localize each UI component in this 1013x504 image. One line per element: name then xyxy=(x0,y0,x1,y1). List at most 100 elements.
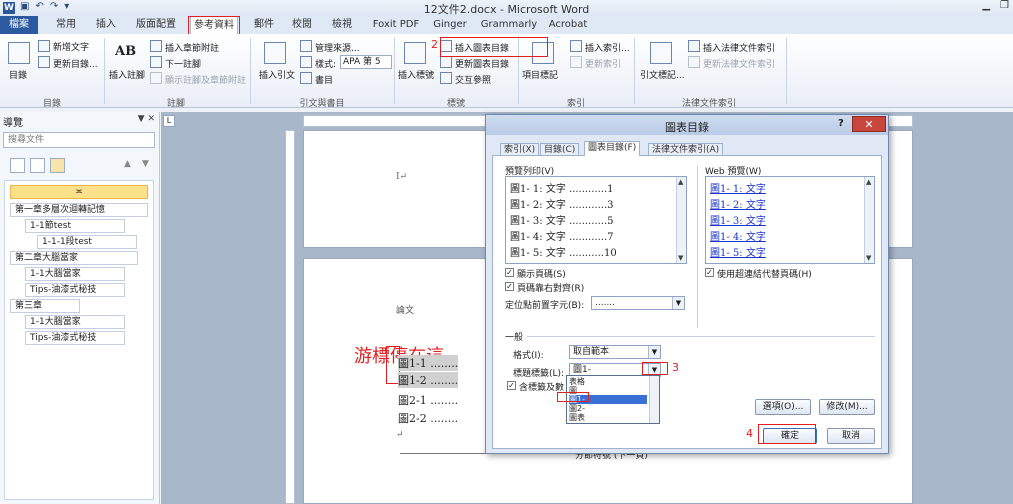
tab-mailings[interactable]: 郵件 xyxy=(248,16,280,34)
insert-footnote-icon: AB xyxy=(115,44,137,59)
dropdown-option[interactable]: 圖2- xyxy=(569,404,585,413)
tab-ginger[interactable]: Ginger xyxy=(430,16,470,34)
browse-pages-icon[interactable] xyxy=(30,158,45,173)
browse-results-icon[interactable] xyxy=(50,158,65,173)
insert-caption-button[interactable]: 插入標號 xyxy=(398,68,434,81)
paragraph-mark: ↵ xyxy=(396,430,404,440)
previous-arrow-icon[interactable]: ▲ xyxy=(124,159,131,169)
group-label-authorities: 法律文件索引 xyxy=(681,99,736,109)
close-icon[interactable]: ✕ xyxy=(147,114,155,124)
print-preview-scrollbar[interactable]: ▲ ▼ xyxy=(676,177,686,263)
web-preview-link[interactable]: 圖1- 4: 文字 xyxy=(710,228,766,243)
web-preview-link[interactable]: 圖1- 3: 文字 xyxy=(710,212,766,227)
scroll-up-icon[interactable]: ▲ xyxy=(866,178,871,186)
update-table-of-figures-button[interactable]: 更新圖表目錄 xyxy=(455,57,509,70)
close-icon[interactable]: ✕ xyxy=(852,116,886,132)
doc-line[interactable]: 圖2-1 ........ xyxy=(398,392,458,408)
paragraph-mark: I↵ xyxy=(396,172,408,182)
nav-item[interactable]: 第三章 xyxy=(10,299,80,313)
formats-select[interactable]: 取自範本 ▼ xyxy=(569,345,661,359)
minimize-icon[interactable]: ▁ xyxy=(982,0,990,11)
next-footnote-button[interactable]: 下一註腳 xyxy=(165,57,201,70)
cancel-button[interactable]: 取消 xyxy=(827,428,875,444)
tab-acrobat[interactable]: Acrobat xyxy=(546,16,590,34)
dropdown-scrollbar[interactable] xyxy=(649,376,659,423)
nav-item[interactable]: ≍ xyxy=(10,185,148,199)
web-preview-link[interactable]: 圖1- 1: 文字 xyxy=(710,180,766,195)
browse-headings-icon[interactable] xyxy=(10,158,25,173)
group-separator xyxy=(634,38,635,104)
doc-line[interactable]: 圖2-2 ........ xyxy=(398,410,458,426)
nav-pane-title: 導覽 xyxy=(3,118,23,129)
insert-index-button[interactable]: 插入索引... xyxy=(585,41,630,54)
highlight-caption-dropdown-arrow xyxy=(642,362,668,375)
tab-leader-select[interactable]: ....... ▼ xyxy=(591,296,685,310)
nav-item[interactable]: 第一章多層次迴轉記憶 xyxy=(10,203,148,217)
scroll-down-icon[interactable]: ▼ xyxy=(678,254,683,262)
toc-button[interactable]: 目錄 xyxy=(9,68,27,81)
web-preview-link[interactable]: 圖1- 5: 文字 xyxy=(710,244,766,259)
print-preview-entry: 圖1- 3: 文字 ............5 xyxy=(510,216,614,227)
tab-grammarly[interactable]: Grammarly xyxy=(480,16,538,34)
nav-search-input[interactable]: 搜尋文件 xyxy=(3,132,155,148)
restore-icon[interactable]: ❐ xyxy=(1000,0,1009,11)
tab-insert[interactable]: 插入 xyxy=(90,16,122,34)
vertical-ruler[interactable] xyxy=(285,130,295,504)
cross-reference-button[interactable]: 交互參照 xyxy=(455,73,491,86)
chevron-down-icon[interactable]: ▼ xyxy=(138,114,145,124)
insert-table-of-authorities-button[interactable]: 插入法律文件索引 xyxy=(703,41,775,54)
dropdown-option[interactable]: 圖表 xyxy=(569,413,585,422)
tab-review[interactable]: 校閱 xyxy=(286,16,318,34)
insert-citation-button[interactable]: 插入引文 xyxy=(259,68,295,81)
mark-entry-button[interactable]: 項目標記 xyxy=(522,68,558,81)
nav-item[interactable]: 1-1大腦當家 xyxy=(25,315,125,329)
annotation-number-4: 4 xyxy=(746,427,753,440)
nav-item[interactable]: 第二章大腦當家 xyxy=(10,251,138,265)
update-toc-button[interactable]: 更新目錄... xyxy=(53,57,98,70)
nav-item[interactable]: 1-1節test xyxy=(25,219,125,233)
add-text-button[interactable]: 新增文字 xyxy=(53,40,89,53)
doc-line[interactable]: 圖1-2 ........ xyxy=(398,372,459,388)
tab-selector-icon[interactable]: L xyxy=(163,115,175,127)
modify-button[interactable]: 修改(M)... xyxy=(819,399,875,415)
update-index-button[interactable]: 更新索引 xyxy=(585,57,621,70)
update-authorities-icon xyxy=(688,56,700,68)
tab-view[interactable]: 檢視 xyxy=(326,16,358,34)
bibliography-button[interactable]: 書目 xyxy=(315,73,333,86)
scroll-up-icon[interactable]: ▲ xyxy=(678,178,683,186)
update-table-of-authorities-button[interactable]: 更新法律文件索引 xyxy=(703,57,775,70)
mark-citation-button[interactable]: 引文標記... xyxy=(640,68,685,81)
options-button[interactable]: 選項(O)... xyxy=(755,399,811,415)
annotation-number-3: 3 xyxy=(672,361,679,374)
highlight-ok-button xyxy=(758,424,816,444)
cross-reference-icon xyxy=(440,72,452,84)
nav-item[interactable]: 1-1大腦當家 xyxy=(25,267,125,281)
nav-item[interactable]: Tips-油漆式秘技 xyxy=(25,331,125,345)
nav-item[interactable]: Tips-油漆式秘技 xyxy=(25,283,125,297)
tab-foxit-pdf[interactable]: Foxit PDF xyxy=(366,16,426,34)
tab-home[interactable]: 常用 xyxy=(48,16,84,34)
show-page-numbers-checkbox[interactable]: ✓ xyxy=(505,268,514,277)
tab-page-layout[interactable]: 版面配置 xyxy=(130,16,182,34)
right-align-checkbox[interactable]: ✓ xyxy=(505,282,514,291)
include-label-checkbox[interactable]: ✓ xyxy=(507,381,516,390)
doc-line[interactable]: 圖1-1 ........ xyxy=(398,355,459,371)
tab-file[interactable]: 檔案 xyxy=(0,16,38,34)
scroll-down-icon[interactable]: ▼ xyxy=(866,254,871,262)
use-hyperlinks-checkbox[interactable]: ✓ xyxy=(705,268,714,277)
show-notes-icon xyxy=(150,72,162,84)
citation-style-select[interactable]: APA 第 5 xyxy=(340,55,392,69)
web-preview-link[interactable]: 圖1- 2: 文字 xyxy=(710,196,766,211)
web-preview-box: 圖1- 1: 文字 圖1- 2: 文字 圖1- 3: 文字 圖1- 4: 文字 … xyxy=(705,176,875,264)
nav-item[interactable]: 1-1-1段test xyxy=(37,235,137,249)
insert-endnote-button[interactable]: 插入章節附註 xyxy=(165,41,219,54)
manage-sources-button[interactable]: 管理來源... xyxy=(315,41,360,54)
tab-table-of-figures[interactable]: 圖表目錄(F) xyxy=(584,141,641,156)
dropdown-option[interactable]: 表格 xyxy=(569,377,585,386)
show-notes-button[interactable]: 顯示註腳及章節附註 xyxy=(165,73,246,86)
web-preview-scrollbar[interactable]: ▲ ▼ xyxy=(864,177,874,263)
next-arrow-icon[interactable]: ▼ xyxy=(142,159,149,169)
help-icon[interactable]: ? xyxy=(838,118,844,129)
group-label-toc: 目錄 xyxy=(42,99,61,109)
insert-footnote-button[interactable]: 插入註腳 xyxy=(109,68,145,81)
